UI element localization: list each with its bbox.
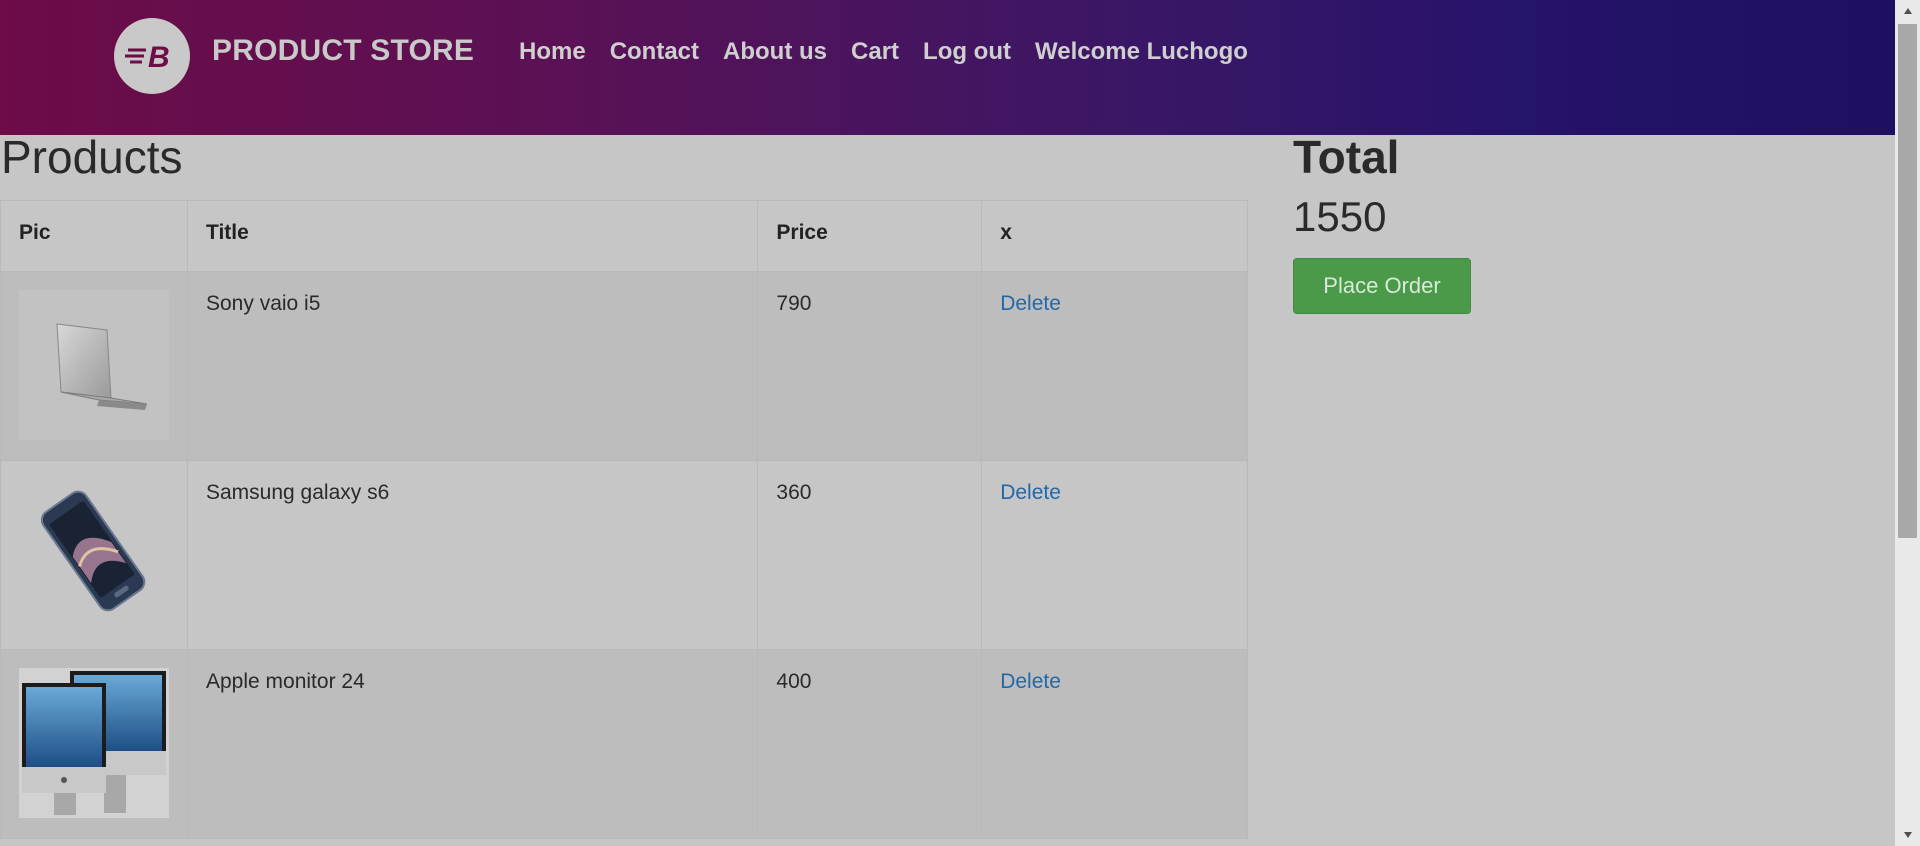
monitor-image <box>19 668 169 818</box>
price-cell: 400 <box>757 649 983 839</box>
nav-welcome-user[interactable]: Welcome Luchogo <box>1035 38 1248 66</box>
store-logo-icon[interactable]: B <box>114 18 190 94</box>
column-header-price: Price <box>757 200 983 272</box>
column-header-title: Title <box>186 200 759 272</box>
column-header-pic: Pic <box>0 200 188 272</box>
action-cell: Delete <box>981 460 1248 650</box>
scroll-down-arrow-icon[interactable] <box>1895 824 1920 846</box>
nav-log-out[interactable]: Log out <box>923 38 1011 66</box>
total-heading: Total <box>1293 131 1400 183</box>
scrollbar-thumb[interactable] <box>1898 24 1917 538</box>
table-row: Apple monitor 24 400 Delete <box>0 649 1248 839</box>
table-row: Samsung galaxy s6 360 Delete <box>0 460 1248 650</box>
brand-name[interactable]: PRODUCT STORE <box>212 34 474 68</box>
svg-text:B: B <box>148 41 170 74</box>
nav-home[interactable]: Home <box>519 38 586 66</box>
products-heading: Products <box>1 131 183 183</box>
nav-about-us[interactable]: About us <box>723 38 827 66</box>
table-row: VAIO Sony vaio i5 790 Delete <box>0 271 1248 461</box>
nav-links: Home Contact About us Cart Log out Welco… <box>519 38 1272 66</box>
pic-cell: VAIO <box>0 271 188 461</box>
title-cell: Apple monitor 24 <box>186 649 759 839</box>
price-cell: 360 <box>757 460 983 650</box>
pic-cell <box>0 649 188 839</box>
scroll-up-arrow-icon[interactable] <box>1895 0 1920 22</box>
total-value: 1550 <box>1293 193 1387 240</box>
delete-link[interactable]: Delete <box>1000 670 1061 693</box>
navbar: B PRODUCT STORE Home Contact About us Ca… <box>0 0 1895 135</box>
table-header-row: Pic Title Price x <box>0 200 1248 272</box>
action-cell: Delete <box>981 649 1248 839</box>
cart-table: Pic Title Price x VAIO Sony vaio i5 790 … <box>0 200 1248 839</box>
column-header-x: x <box>981 200 1248 272</box>
delete-link[interactable]: Delete <box>1000 292 1061 315</box>
nav-contact[interactable]: Contact <box>610 38 699 66</box>
phone-image <box>19 479 169 629</box>
vertical-scrollbar[interactable] <box>1895 0 1920 846</box>
place-order-button[interactable]: Place Order <box>1293 258 1471 314</box>
delete-link[interactable]: Delete <box>1000 481 1061 504</box>
title-cell: Sony vaio i5 <box>186 271 759 461</box>
svg-text:VAIO: VAIO <box>77 357 96 366</box>
laptop-image: VAIO <box>19 290 169 440</box>
price-cell: 790 <box>757 271 983 461</box>
title-cell: Samsung galaxy s6 <box>186 460 759 650</box>
pic-cell <box>0 460 188 650</box>
nav-cart[interactable]: Cart <box>851 38 899 66</box>
action-cell: Delete <box>981 271 1248 461</box>
